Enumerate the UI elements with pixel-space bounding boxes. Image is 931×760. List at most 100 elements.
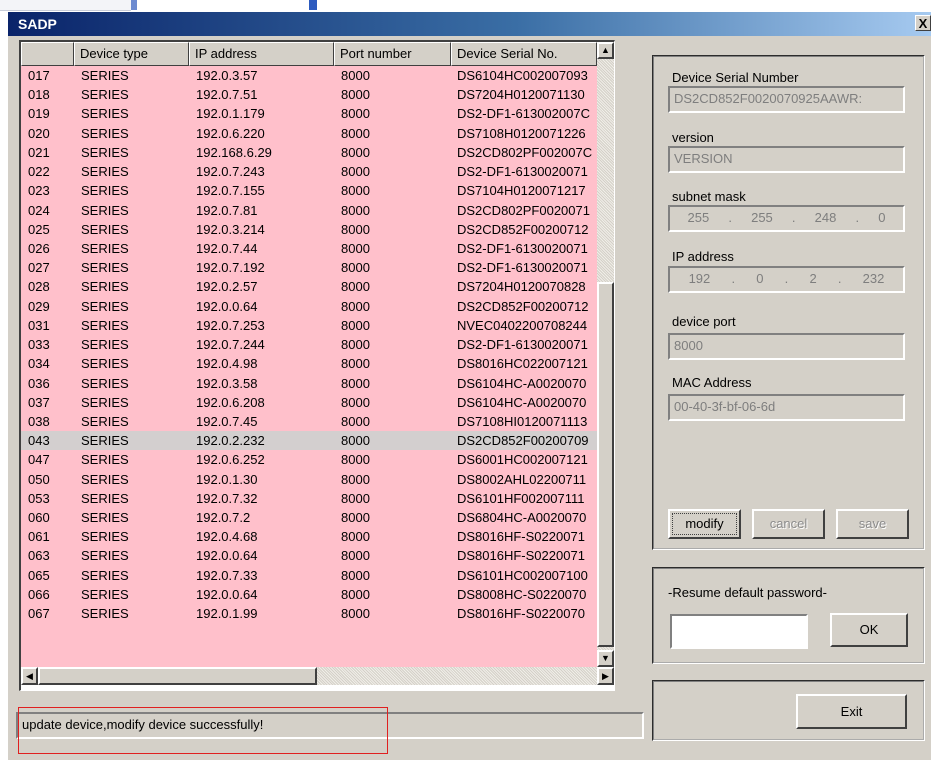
table-row[interactable]: 037 SERIES 192.0.6.208 8000 DS6104HC-A002007… bbox=[21, 393, 597, 412]
password-input[interactable] bbox=[670, 614, 808, 649]
table-row[interactable]: 017 SERIES 192.0.3.57 8000 DS6104HC002007093 bbox=[21, 66, 597, 85]
row-index: 063 bbox=[28, 548, 50, 564]
table-row[interactable]: 065 SERIES 192.0.7.33 8000 DS6101HC002007100 bbox=[21, 566, 597, 585]
row-serial-no: DS7204H0120070828 bbox=[457, 279, 586, 295]
table-row[interactable]: 047 SERIES 192.0.6.252 8000 DS6001HC00200712… bbox=[21, 450, 597, 469]
row-ip-address: 192.0.1.99 bbox=[196, 606, 258, 622]
table-row[interactable]: 067 SERIES 192.0.1.99 8000 DS8016HF-S0220070 bbox=[21, 604, 597, 623]
table-row[interactable]: 063 SERIES 192.0.0.64 8000 DS8016HF-S0220071 bbox=[21, 546, 597, 565]
exit-button[interactable]: Exit bbox=[796, 694, 907, 729]
save-button[interactable]: save bbox=[836, 509, 909, 539]
row-device-type: SERIES bbox=[81, 606, 129, 622]
mac-address-label: MAC Address bbox=[672, 375, 752, 390]
row-device-type: SERIES bbox=[81, 394, 129, 410]
row-port-number: 8000 bbox=[341, 68, 370, 83]
row-port-number: 8000 bbox=[341, 240, 370, 256]
row-port-number: 8000 bbox=[341, 375, 370, 391]
row-serial-no: DS8008HC-S0220070 bbox=[457, 586, 587, 602]
title-bar[interactable]: SADP X bbox=[8, 12, 931, 36]
row-serial-no: DS8016HF-S0220070 bbox=[457, 606, 585, 622]
column-header-serial-no[interactable]: Device Serial No. bbox=[451, 42, 597, 66]
row-index: 027 bbox=[28, 260, 50, 276]
horizontal-scrollbar[interactable]: ◀ ▶ bbox=[21, 667, 614, 685]
cancel-button[interactable]: cancel bbox=[752, 509, 825, 539]
row-serial-no: DS6101HF002007111 bbox=[457, 490, 585, 506]
device-list[interactable]: Device type IP address Port number Devic… bbox=[19, 40, 615, 691]
ip-octet: 2 bbox=[809, 271, 817, 286]
table-row[interactable]: 029 SERIES 192.0.0.64 8000 DS2CD852F00200712 bbox=[21, 297, 597, 316]
row-device-type: SERIES bbox=[81, 317, 129, 333]
table-row[interactable]: 043 SERIES 192.0.2.232 8000 DS2CD852F0020070… bbox=[21, 431, 597, 451]
row-index: 066 bbox=[28, 586, 50, 602]
row-ip-address: 192.0.6.252 bbox=[196, 452, 265, 468]
row-port-number: 8000 bbox=[341, 164, 370, 180]
column-header-index[interactable] bbox=[21, 42, 74, 66]
row-serial-no: DS6104HC002007093 bbox=[457, 68, 588, 83]
table-row[interactable]: 024 SERIES 192.0.7.81 8000 DS2CD802PF0020071 bbox=[21, 201, 597, 220]
row-ip-address: 192.0.6.208 bbox=[196, 394, 265, 410]
row-index: 060 bbox=[28, 510, 50, 526]
ip-dot: . bbox=[731, 271, 736, 286]
scroll-down-icon[interactable]: ▼ bbox=[597, 650, 614, 667]
table-row[interactable]: 020 SERIES 192.0.6.220 8000 DS7108H012007122… bbox=[21, 124, 597, 143]
table-row[interactable]: 027 SERIES 192.0.7.192 8000 DS2-DF1-61300200… bbox=[21, 258, 597, 277]
row-serial-no: DS6104HC-A0020070 bbox=[457, 375, 587, 391]
table-row[interactable]: 066 SERIES 192.0.0.64 8000 DS8008HC-S0220070 bbox=[21, 585, 597, 604]
table-row[interactable]: 060 SERIES 192.0.7.2 8000 DS6804HC-A0020070 bbox=[21, 508, 597, 527]
window-title: SADP bbox=[18, 16, 57, 32]
table-row[interactable]: 018 SERIES 192.0.7.51 8000 DS7204H0120071130 bbox=[21, 85, 597, 104]
table-row[interactable]: 028 SERIES 192.0.2.57 8000 DS7204H0120070828 bbox=[21, 277, 597, 296]
row-serial-no: DS2-DF1-6130020071 bbox=[457, 164, 588, 180]
column-header-port-number[interactable]: Port number bbox=[334, 42, 451, 66]
scroll-right-icon[interactable]: ▶ bbox=[597, 667, 614, 685]
close-icon[interactable]: X bbox=[915, 15, 931, 31]
scroll-thumb-horizontal[interactable] bbox=[38, 667, 317, 685]
table-row[interactable]: 025 SERIES 192.0.3.214 8000 DS2CD852F0020071… bbox=[21, 220, 597, 239]
scroll-left-icon[interactable]: ◀ bbox=[21, 667, 38, 685]
table-row[interactable]: 034 SERIES 192.0.4.98 8000 DS8016HC022007121 bbox=[21, 354, 597, 373]
vertical-scrollbar[interactable]: ▲ ▼ bbox=[597, 42, 614, 667]
table-row[interactable]: 031 SERIES 192.0.7.253 8000 NVEC040220070824… bbox=[21, 316, 597, 335]
scroll-thumb[interactable] bbox=[597, 282, 614, 647]
column-header-ip-address[interactable]: IP address bbox=[189, 42, 334, 66]
row-index: 033 bbox=[28, 337, 50, 353]
row-ip-address: 192.0.7.155 bbox=[196, 183, 265, 199]
row-index: 031 bbox=[28, 317, 50, 333]
table-row[interactable]: 061 SERIES 192.0.4.68 8000 DS8016HF-S0220071 bbox=[21, 527, 597, 546]
table-row[interactable]: 022 SERIES 192.0.7.243 8000 DS2-DF1-61300200… bbox=[21, 162, 597, 181]
column-header-device-type[interactable]: Device type bbox=[74, 42, 189, 66]
serial-label: Device Serial Number bbox=[672, 70, 799, 85]
row-index: 023 bbox=[28, 183, 50, 199]
ip-dot: . bbox=[728, 210, 732, 225]
row-device-type: SERIES bbox=[81, 240, 129, 256]
table-row[interactable]: 019 SERIES 192.0.1.179 8000 DS2-DF1-61300200… bbox=[21, 104, 597, 123]
table-row[interactable]: 023 SERIES 192.0.7.155 8000 DS7104H012007121… bbox=[21, 181, 597, 200]
table-row[interactable]: 050 SERIES 192.0.1.30 8000 DS8002AHL02200711 bbox=[21, 470, 597, 489]
modify-button[interactable]: modify bbox=[668, 509, 741, 539]
subnet-octet: 248 bbox=[814, 210, 837, 225]
scroll-up-icon[interactable]: ▲ bbox=[597, 42, 614, 59]
table-row[interactable]: 033 SERIES 192.0.7.244 8000 DS2-DF1-61300200… bbox=[21, 335, 597, 354]
row-ip-address: 192.0.2.232 bbox=[196, 433, 265, 449]
row-device-type: SERIES bbox=[81, 337, 129, 353]
device-port-field[interactable]: 8000 bbox=[668, 333, 905, 360]
table-row[interactable]: 026 SERIES 192.0.7.44 8000 DS2-DF1-613002007… bbox=[21, 239, 597, 258]
table-row[interactable]: 038 SERIES 192.0.7.45 8000 DS7108HI012007111… bbox=[21, 412, 597, 431]
row-serial-no: DS8002AHL02200711 bbox=[457, 471, 587, 487]
table-row[interactable]: 053 SERIES 192.0.7.32 8000 DS6101HF002007111 bbox=[21, 489, 597, 508]
ok-button[interactable]: OK bbox=[830, 613, 908, 647]
subnet-mask-label: subnet mask bbox=[672, 189, 746, 204]
row-serial-no: DS6101HC002007100 bbox=[457, 567, 588, 583]
row-device-type: SERIES bbox=[81, 298, 129, 314]
ip-address-field[interactable]: 192 . 0 . 2 . 232 bbox=[668, 266, 905, 293]
row-index: 061 bbox=[28, 529, 50, 545]
row-port-number: 8000 bbox=[341, 317, 370, 333]
table-row[interactable]: 021 SERIES 192.168.6.29 8000 DS2CD802PF00200… bbox=[21, 143, 597, 162]
mac-address-field: 00-40-3f-bf-06-6d bbox=[668, 394, 905, 421]
subnet-mask-field[interactable]: 255 . 255 . 248 . 0 bbox=[668, 205, 905, 232]
row-ip-address: 192.0.7.244 bbox=[196, 337, 265, 353]
row-index: 065 bbox=[28, 567, 50, 583]
table-row[interactable]: 036 SERIES 192.0.3.58 8000 DS6104HC-A0020070 bbox=[21, 374, 597, 393]
ip-octet: 232 bbox=[862, 271, 885, 286]
row-port-number: 8000 bbox=[341, 298, 370, 314]
